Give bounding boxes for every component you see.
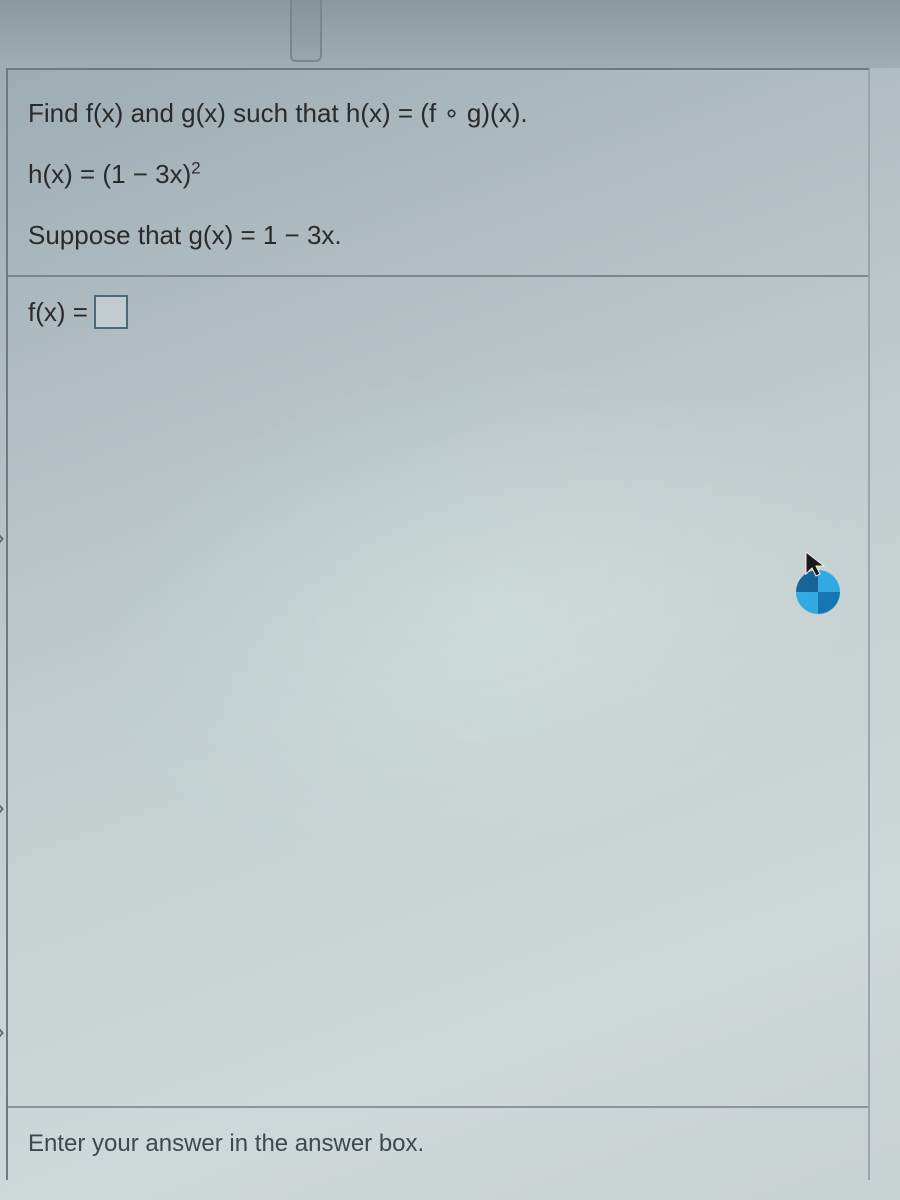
window-top-edge (0, 0, 900, 68)
answer-line: f(x) = (28, 295, 848, 329)
answer-prompt-label: f(x) = (28, 297, 88, 328)
question-line-3: Suppose that g(x) = 1 − 3x. (28, 218, 848, 253)
chevron-right-icon[interactable]: › (0, 520, 9, 554)
question-statement: Find f(x) and g(x) such that h(x) = (f ∘… (8, 70, 868, 277)
answer-area: f(x) = (8, 277, 868, 329)
partial-tab-outline (290, 0, 322, 62)
footer-bar: Enter your answer in the answer box. (8, 1106, 868, 1180)
question-line-1: Find f(x) and g(x) such that h(x) = (f ∘… (28, 96, 848, 131)
answer-input[interactable] (94, 295, 128, 329)
question-line-2: h(x) = (1 − 3x)2 (28, 157, 848, 192)
chevron-right-icon[interactable]: › (0, 790, 9, 824)
loading-cursor-icon (796, 570, 840, 614)
chevron-right-icon[interactable]: › (0, 1014, 9, 1048)
question-panel: Find f(x) and g(x) such that h(x) = (f ∘… (6, 68, 870, 1180)
footer-hint-text: Enter your answer in the answer box. (28, 1130, 424, 1157)
